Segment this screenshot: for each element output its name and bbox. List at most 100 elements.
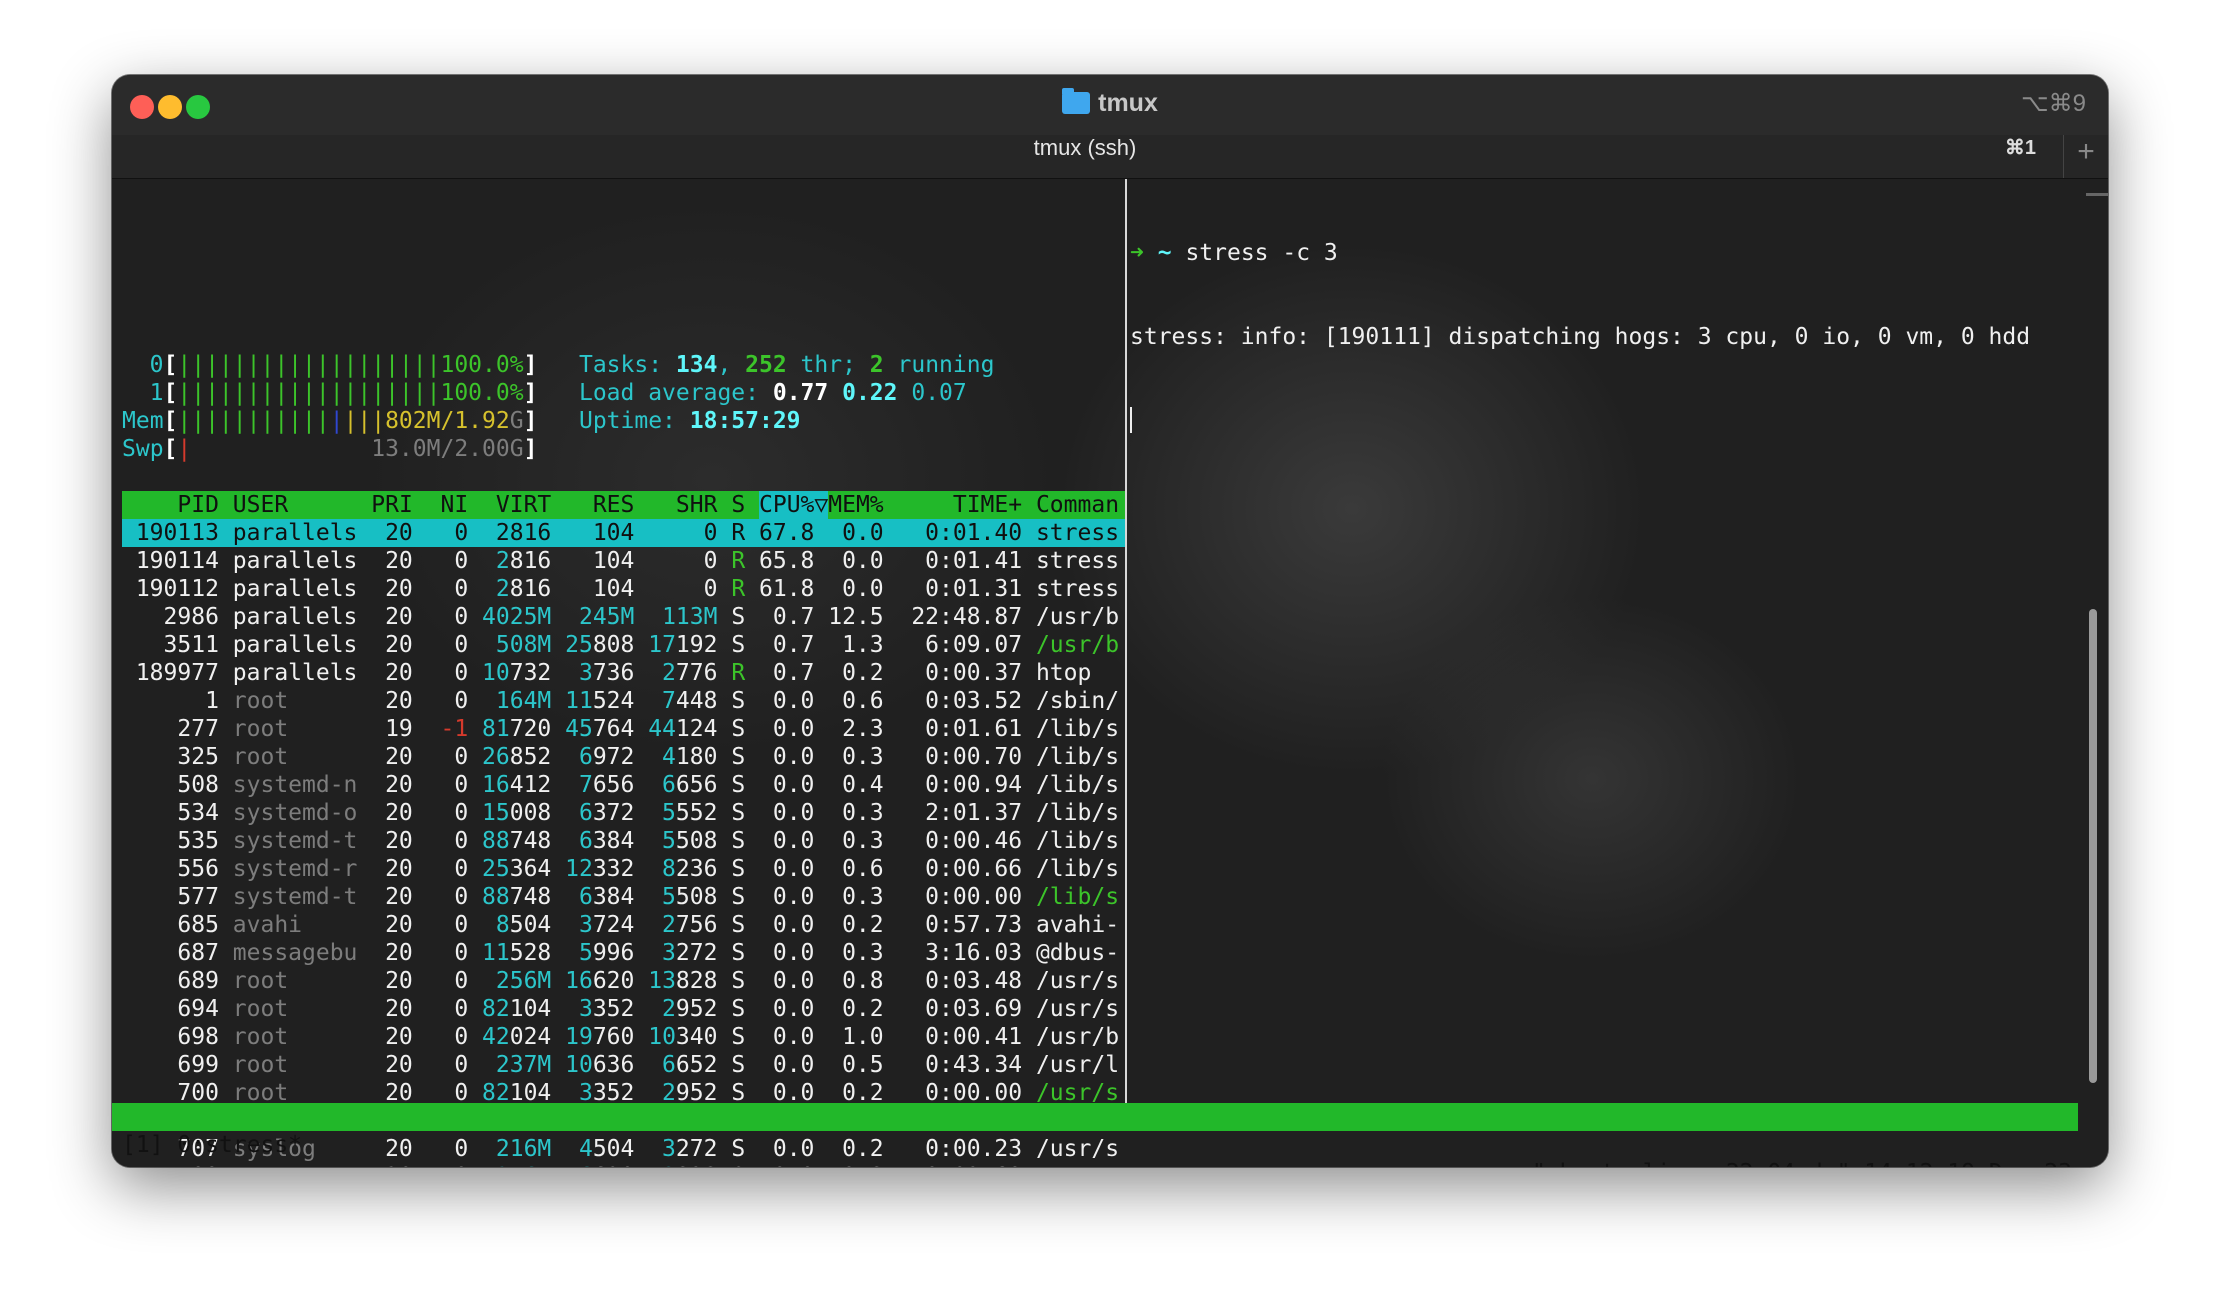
new-tab-button[interactable]: +: [2063, 135, 2108, 178]
cell-time: 0:03.48: [897, 967, 1022, 995]
cell-pid: 190113: [122, 519, 219, 547]
table-row[interactable]: 277 root 19 -1 81720 45764 44124 S 0.0 2…: [122, 715, 1127, 743]
column-header-time+[interactable]: TIME+: [897, 491, 1022, 519]
cell-s: S: [731, 827, 745, 855]
column-header-shr[interactable]: SHR: [648, 491, 717, 519]
text: [468, 659, 482, 687]
cell-virt-units: 816: [510, 547, 552, 575]
cell-shr-units: 192: [676, 631, 718, 659]
text: [413, 1135, 427, 1163]
table-row[interactable]: 2986 parallels 20 0 4025M 245M 113M S 0.…: [122, 603, 1127, 631]
bracket: ]: [524, 351, 538, 379]
cell-pri: 20: [371, 687, 413, 715]
table-row[interactable]: 534 systemd-o 20 0 15008 6372 5552 S 0.0…: [122, 799, 1127, 827]
cell-shr-value: 113M: [662, 603, 717, 631]
table-row[interactable]: 699 root 20 0 237M 10636 6652 S 0.0 0.5 …: [122, 1051, 1127, 1079]
column-header-virt[interactable]: VIRT: [482, 491, 551, 519]
column-header-res[interactable]: RES: [565, 491, 634, 519]
terminal-area[interactable]: 0[|||||||||||||||||||100.0%] Tasks: 134,…: [112, 179, 2108, 1167]
table-row[interactable]: 190114 parallels 20 0 2816 104 0 R 65.8 …: [122, 547, 1127, 575]
cell-cpu: 0.0: [759, 771, 814, 799]
text: [717, 519, 731, 547]
text: [814, 967, 828, 995]
column-header-user[interactable]: USER: [233, 491, 358, 519]
text: [884, 771, 898, 799]
text: [717, 883, 731, 911]
column-header-s[interactable]: S: [731, 491, 745, 519]
text: [814, 659, 828, 687]
table-row[interactable]: 508 systemd-n 20 0 16412 7656 6656 S 0.0…: [122, 771, 1127, 799]
htop-pane[interactable]: 0[|||||||||||||||||||100.0%] Tasks: 134,…: [122, 183, 1127, 1167]
table-row[interactable]: 190112 parallels 20 0 2816 104 0 R 61.8 …: [122, 575, 1127, 603]
text: [413, 603, 427, 631]
text: [634, 1135, 648, 1163]
table-row[interactable]: 189977 parallels 20 0 10732 3736 2776 R …: [122, 659, 1127, 687]
cell-virt-units: 364: [510, 855, 552, 883]
bar-segment: |||||||||||||||||||: [177, 351, 440, 379]
column-header-mem[interactable]: MEM%: [828, 491, 883, 519]
table-row[interactable]: 3511 parallels 20 0 508M 25808 17192 S 0…: [122, 631, 1127, 659]
cell-pid: 694: [122, 995, 219, 1023]
column-header-pid[interactable]: PID: [122, 491, 219, 519]
table-row[interactable]: 685 avahi 20 0 8504 3724 2756 S 0.0 0.2 …: [122, 911, 1127, 939]
tmux-window-list[interactable]: [1] 0:stress*: [122, 1131, 302, 1159]
column-header-ni[interactable]: NI: [427, 491, 469, 519]
process-table-header[interactable]: PID USER PRI NI VIRT RES SHR S CPU%▽MEM%…: [122, 491, 1127, 519]
column-header-pri[interactable]: PRI: [371, 491, 413, 519]
table-row[interactable]: 694 root 20 0 82104 3352 2952 S 0.0 0.2 …: [122, 995, 1127, 1023]
cell-pri: 20: [371, 967, 413, 995]
cell-cmd: stress: [1036, 519, 1119, 547]
text: [884, 715, 898, 743]
text: [745, 827, 759, 855]
cell-shr-units: 508: [676, 883, 718, 911]
text: [634, 827, 648, 855]
cell-shr-thousands: 7: [662, 687, 676, 715]
text: [634, 743, 648, 771]
table-row[interactable]: 190113 parallels 20 0 2816 104 0 R 67.8 …: [122, 519, 1127, 547]
threads-count: 252: [745, 351, 787, 379]
bracket: ]: [524, 379, 538, 407]
cell-time: 0:00.46: [897, 827, 1022, 855]
table-row[interactable]: 556 systemd-r 20 0 25364 12332 8236 S 0.…: [122, 855, 1127, 883]
table-row[interactable]: 577 systemd-t 20 0 88748 6384 5508 S 0.0…: [122, 883, 1127, 911]
cell-mem: 0.3: [828, 883, 883, 911]
cell-pri: 20: [371, 939, 413, 967]
scrollbar-thumb[interactable]: [2089, 609, 2097, 1083]
table-row[interactable]: 535 systemd-t 20 0 88748 6384 5508 S 0.0…: [122, 827, 1127, 855]
text: [551, 995, 565, 1023]
cell-virt-thousands: 42: [482, 1023, 510, 1051]
text: [551, 799, 565, 827]
column-header-comman[interactable]: Comman: [1036, 491, 1119, 519]
text: [717, 1135, 731, 1163]
bracket: [: [164, 407, 178, 435]
table-row[interactable]: 689 root 20 0 256M 16620 13828 S 0.0 0.8…: [122, 967, 1127, 995]
cell-res: 5996: [565, 939, 634, 967]
cell-pri: 20: [371, 827, 413, 855]
table-row[interactable]: 687 messagebu 20 0 11528 5996 3272 S 0.0…: [122, 939, 1127, 967]
text: [717, 687, 731, 715]
table-row[interactable]: 709 root 20 0 256M 16620 13828 S 0.0 0.8…: [122, 1163, 1127, 1167]
scrollbar[interactable]: [2086, 179, 2100, 1167]
cell-shr-units: 272: [676, 1135, 718, 1163]
pane-divider[interactable]: [1125, 179, 1127, 1107]
table-row[interactable]: 325 root 20 0 26852 6972 4180 S 0.0 0.3 …: [122, 743, 1127, 771]
cell-pid: 534: [122, 799, 219, 827]
text: [745, 771, 759, 799]
cell-res-units: 384: [593, 883, 635, 911]
text: [814, 1135, 828, 1163]
cell-pid: 190114: [122, 547, 219, 575]
cell-cpu: 0.0: [759, 743, 814, 771]
cell-res: 6972: [565, 743, 634, 771]
cell-cmd: avahi-: [1036, 911, 1119, 939]
text: [884, 1163, 898, 1167]
cell-s: S: [731, 771, 745, 799]
table-row[interactable]: 698 root 20 0 42024 19760 10340 S 0.0 1.…: [122, 1023, 1127, 1051]
tab-tmux-ssh[interactable]: tmux (ssh): [112, 135, 2058, 178]
cell-mem: 0.3: [828, 799, 883, 827]
text: [1022, 631, 1036, 659]
table-row[interactable]: 1 root 20 0 164M 11524 7448 S 0.0 0.6 0:…: [122, 687, 1127, 715]
cell-ni: 0: [427, 547, 469, 575]
column-header-cpu[interactable]: CPU%▽: [759, 491, 828, 519]
text: [1022, 855, 1036, 883]
shell-pane[interactable]: ➜ ~ stress -c 3 stress: info: [190111] d…: [1130, 183, 2070, 491]
